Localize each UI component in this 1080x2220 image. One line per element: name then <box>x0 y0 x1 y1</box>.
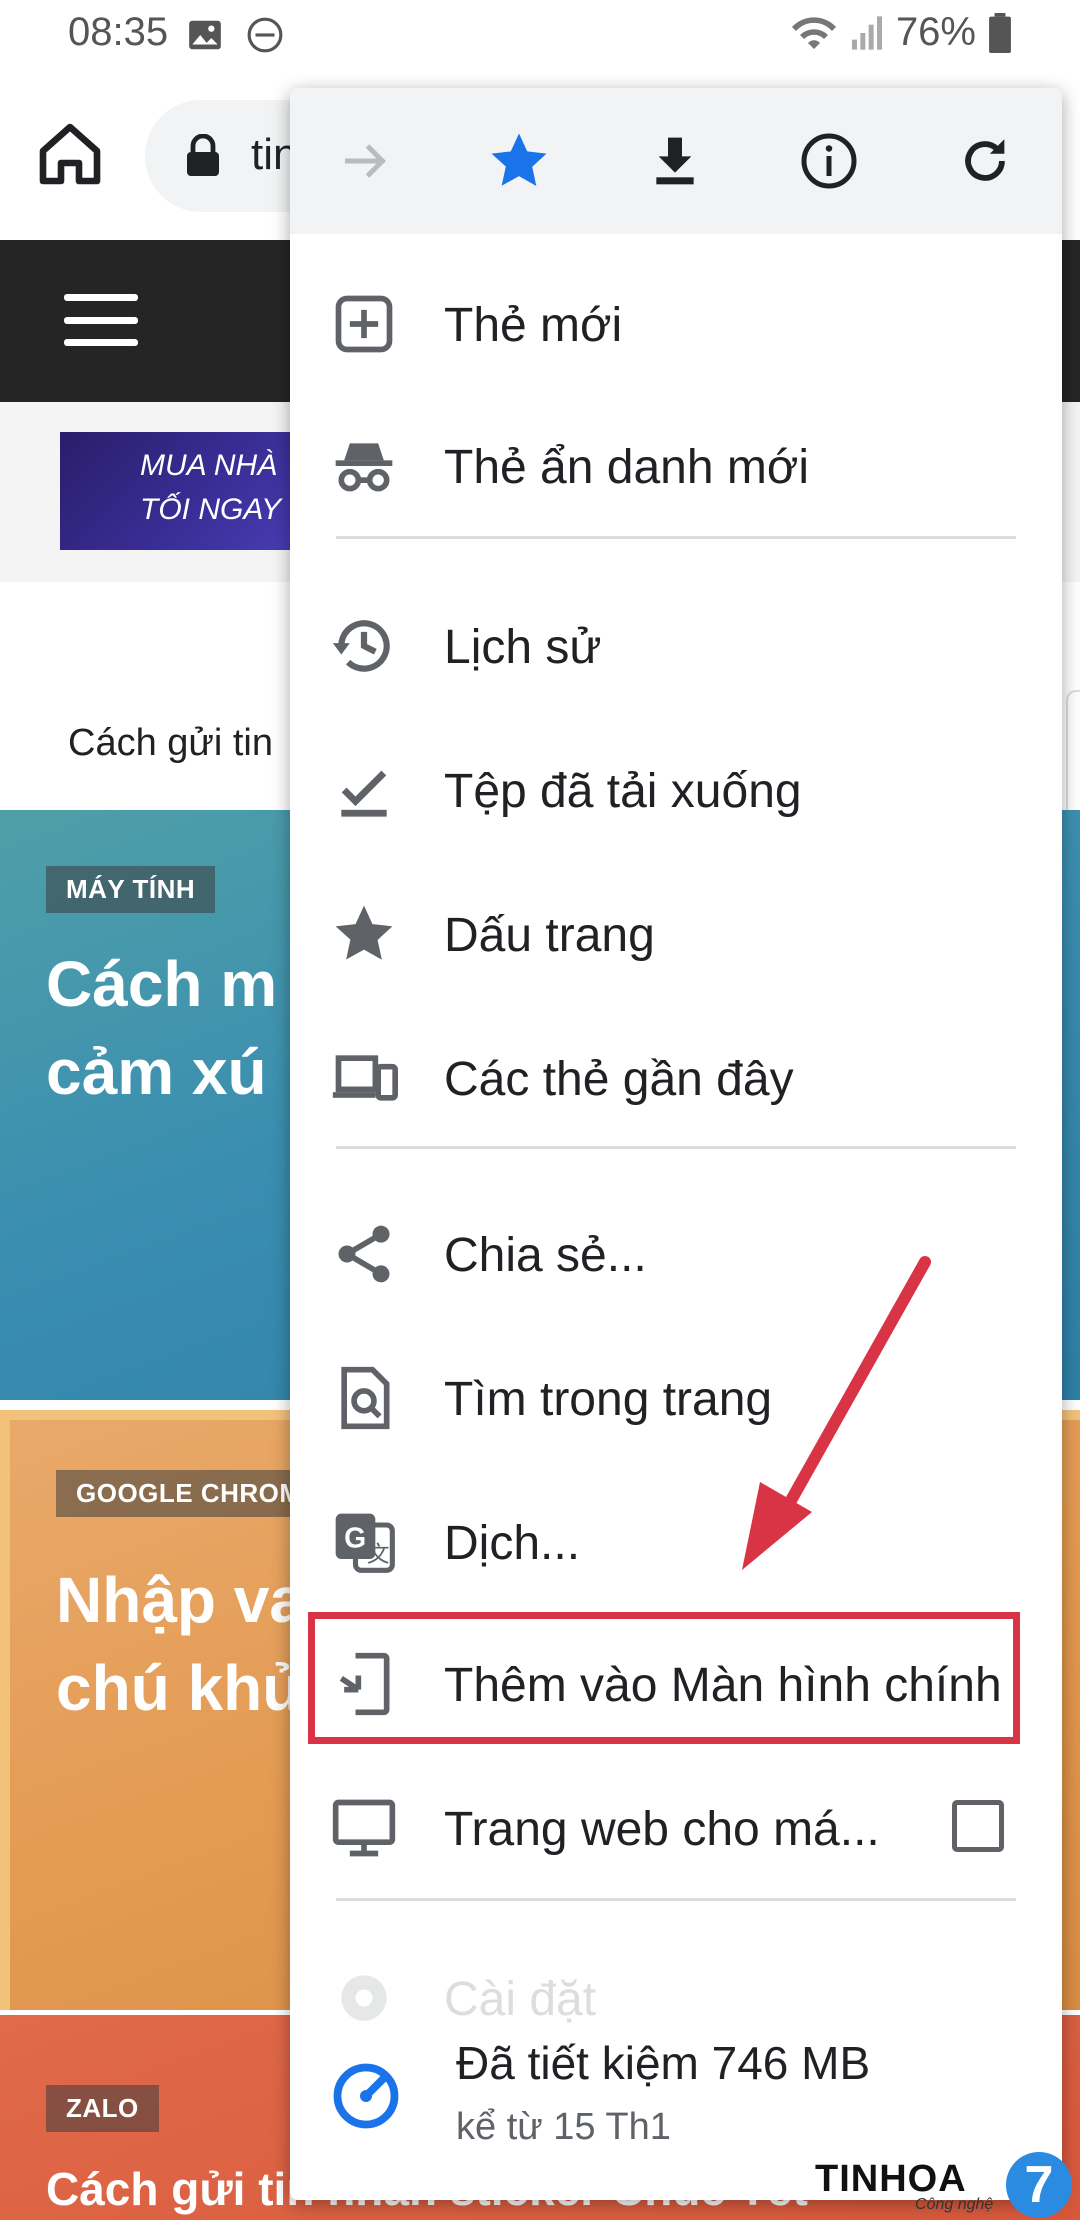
data-saved-title: Đã tiết kiệm 746 MB <box>456 2037 871 2089</box>
menu-item-recent-tabs[interactable]: Các thẻ gần đây <box>290 1008 1062 1148</box>
ad-banner[interactable]: MUA NHÀ TỐI NGAY <box>60 432 320 550</box>
download-button[interactable] <box>630 116 720 206</box>
hamburger-menu-icon[interactable] <box>64 294 138 346</box>
signal-icon <box>851 15 882 50</box>
menu-label: Lịch sử <box>444 621 602 674</box>
star-icon <box>335 905 393 960</box>
menu-label: Các thẻ gần đây <box>444 1053 794 1106</box>
menu-item-new-tab[interactable]: Thẻ mới <box>290 254 1062 394</box>
menu-label: Trang web cho má... <box>444 1803 880 1856</box>
svg-text:G: G <box>344 1523 366 1555</box>
menu-divider <box>336 1898 1016 1901</box>
status-bar: 08:35 76% <box>0 0 1080 70</box>
find-in-page-icon <box>341 1366 390 1430</box>
desktop-site-checkbox[interactable] <box>952 1800 1004 1852</box>
plus-box-icon <box>335 295 393 353</box>
chrome-overflow-menu: Thẻ mới Thẻ ẩn danh mới Lịch sử Tệp đã t… <box>290 88 1062 2200</box>
bookmark-button[interactable] <box>474 116 564 206</box>
menu-item-desktop-site[interactable]: Trang web cho má... <box>290 1758 1062 1898</box>
info-icon <box>801 133 857 189</box>
svg-text:文: 文 <box>367 1541 390 1567</box>
forward-button[interactable] <box>320 116 410 206</box>
forward-icon <box>345 144 387 178</box>
card-title[interactable]: Cách m cảm xú <box>46 940 277 1116</box>
watermark-badge: 7 <box>1006 2152 1072 2218</box>
menu-item-bookmarks[interactable]: Dấu trang <box>290 864 1062 1004</box>
menu-label: Dịch... <box>444 1517 581 1570</box>
menu-label: Dấu trang <box>444 909 655 962</box>
download-icon <box>656 137 694 185</box>
incognito-icon <box>335 443 393 492</box>
card-tag[interactable]: MÁY TÍNH <box>46 866 216 913</box>
menu-label: Tệp đã tải xuống <box>444 765 802 818</box>
lock-icon <box>187 134 219 176</box>
watermark-brand: TINHOA <box>815 2158 967 2200</box>
gallery-icon <box>189 20 221 50</box>
menu-item-translate[interactable]: G文 Dịch... <box>290 1472 1062 1612</box>
data-saver-icon <box>333 2063 399 2129</box>
info-button[interactable] <box>784 116 874 206</box>
bookmark-star-icon <box>491 133 547 187</box>
share-icon <box>338 1225 390 1283</box>
menu-item-history[interactable]: Lịch sử <box>290 576 1062 716</box>
monitor-icon <box>332 1799 396 1857</box>
menu-action-bar <box>290 88 1062 234</box>
status-time: 08:35 <box>68 10 169 54</box>
battery-percent: 76% <box>895 10 976 54</box>
menu-label: Thẻ mới <box>444 299 623 352</box>
translate-icon: G文 <box>335 1513 395 1573</box>
breadcrumb[interactable]: Cách gửi tin <box>68 722 273 765</box>
battery-icon <box>989 12 1011 53</box>
history-icon <box>332 620 390 672</box>
menu-item-incognito[interactable]: Thẻ ẩn danh mới <box>290 396 1062 536</box>
menu-item-share[interactable]: Chia sẻ... <box>290 1184 1062 1324</box>
menu-label: Chia sẻ... <box>444 1229 647 1282</box>
highlight-box <box>308 1612 1020 1744</box>
watermark-logo: TINHOA Công nghệ 7 <box>815 2150 1080 2220</box>
menu-label: Thẻ ẩn danh mới <box>444 441 810 494</box>
menu-item-downloads[interactable]: Tệp đã tải xuống <box>290 720 1062 860</box>
card-tag[interactable]: GOOGLE CHROM <box>56 1470 322 1517</box>
card-tag[interactable]: ZALO <box>46 2085 159 2132</box>
menu-label: Tìm trong trang <box>444 1373 773 1426</box>
refresh-button[interactable] <box>940 116 1030 206</box>
watermark-sub: Công nghệ <box>915 2196 994 2213</box>
download-check-icon <box>341 770 387 817</box>
home-icon[interactable] <box>34 118 106 190</box>
devices-icon <box>332 1055 398 1101</box>
data-saved-subtitle: kể từ 15 Th1 <box>456 2106 671 2148</box>
dnd-icon <box>247 17 283 53</box>
wifi-icon <box>791 16 836 49</box>
menu-divider <box>336 1146 1016 1149</box>
menu-item-find[interactable]: Tìm trong trang <box>290 1328 1062 1468</box>
refresh-icon <box>965 139 1005 181</box>
card-title[interactable]: Nhập va chú khủ <box>56 1556 305 1732</box>
menu-divider <box>336 536 1016 539</box>
